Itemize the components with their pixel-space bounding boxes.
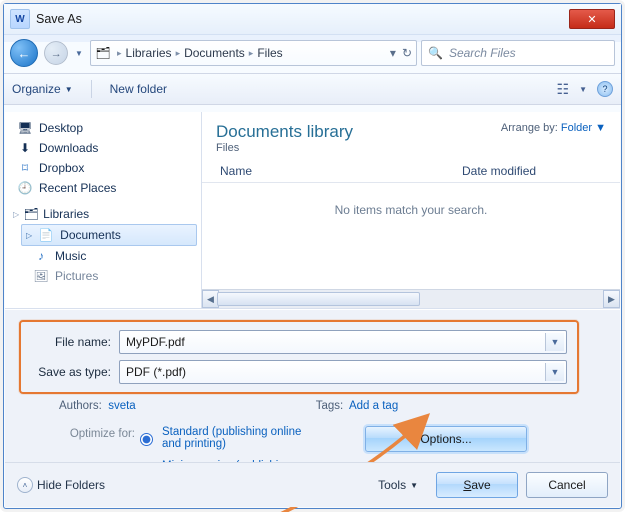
sidebar-item-desktop[interactable]: 🖥 Desktop	[13, 118, 197, 138]
scroll-thumb[interactable]	[217, 292, 420, 306]
address-dropdown-icon[interactable]: ▾	[390, 46, 396, 60]
tools-menu[interactable]: Tools▼	[378, 478, 418, 492]
sidebar-item-label: Pictures	[55, 269, 98, 283]
tags-value[interactable]: Add a tag	[349, 400, 398, 412]
desktop-icon: 🖥	[17, 120, 33, 136]
close-icon: ✕	[587, 13, 596, 26]
view-icon[interactable]: ☷	[557, 81, 570, 98]
arrow-right-icon: →	[50, 47, 61, 60]
save-as-type-select[interactable]: PDF (*.pdf) ▼	[119, 360, 567, 384]
highlighted-fields: File name: MyPDF.pdf ▼ Save as type: PDF…	[19, 320, 579, 394]
sidebar-item-pictures[interactable]: 🖼 Pictures	[29, 266, 197, 286]
file-name-input[interactable]: MyPDF.pdf ▼	[119, 330, 567, 354]
hide-folders-button[interactable]: ˄ Hide Folders	[17, 477, 105, 493]
cancel-button[interactable]: Cancel	[526, 472, 608, 498]
save-as-dialog: { "titlebar": { "title": "Save As", "app…	[3, 3, 622, 509]
sidebar-item-label: Desktop	[39, 121, 83, 135]
library-title: Documents library	[216, 122, 353, 142]
help-icon[interactable]: ?	[597, 81, 613, 97]
sidebar-item-label: Downloads	[39, 141, 98, 155]
horizontal-scrollbar[interactable]: ◀ ▶	[202, 289, 620, 308]
music-icon: ♪	[33, 248, 49, 264]
libraries-icon: 🗂	[23, 206, 39, 222]
refresh-icon[interactable]: ↻	[402, 46, 412, 60]
sidebar-item-label: Recent Places	[39, 181, 116, 195]
recent-icon: 🕘	[17, 180, 33, 196]
save-button[interactable]: Save	[436, 472, 518, 498]
app-icon: W	[10, 9, 30, 29]
sidebar-item-music[interactable]: ♪ Music	[29, 246, 197, 266]
empty-message: No items match your search.	[202, 183, 620, 289]
search-input[interactable]: 🔍 Search Files	[421, 40, 615, 66]
downloads-icon: ⬇	[17, 140, 33, 156]
column-name[interactable]: Name	[214, 164, 456, 178]
scroll-right-icon[interactable]: ▶	[603, 290, 620, 308]
documents-icon: 📄	[38, 227, 54, 243]
file-name-label: File name:	[31, 335, 111, 349]
form-area: File name: MyPDF.pdf ▼ Save as type: PDF…	[5, 309, 620, 507]
forward-button[interactable]: →	[44, 41, 68, 65]
sidebar: 🖥 Desktop ⬇ Downloads ⌑ Dropbox 🕘 Recent…	[5, 112, 202, 308]
dropbox-icon: ⌑	[17, 160, 33, 176]
libraries-icon: 🗂	[95, 45, 111, 61]
sidebar-item-recent[interactable]: 🕘 Recent Places	[13, 178, 197, 198]
options-button[interactable]: Options...	[365, 426, 527, 452]
sidebar-item-label: Music	[55, 249, 86, 263]
chevron-down-icon[interactable]: ▼	[545, 363, 564, 381]
search-icon: 🔍	[428, 46, 443, 60]
back-button[interactable]: ←	[10, 39, 38, 67]
chevron-down-icon[interactable]: ▼	[545, 333, 564, 351]
library-subtitle: Files	[216, 142, 353, 154]
breadcrumb[interactable]: ▸Libraries ▸Documents ▸Files	[117, 46, 283, 60]
dialog-bottom-bar: ˄ Hide Folders Tools▼ Save Cancel	[5, 462, 620, 507]
dialog-title: Save As	[36, 12, 82, 26]
toolbar: Organize▼ New folder ☷▼ ?	[4, 73, 621, 105]
history-dropdown[interactable]: ▼	[72, 46, 86, 60]
sidebar-item-label: Documents	[60, 228, 121, 242]
authors-label: Authors:	[59, 400, 102, 412]
sidebar-header-label: Libraries	[43, 207, 89, 221]
address-bar[interactable]: 🗂 ▸Libraries ▸Documents ▸Files ▾ ↻	[90, 40, 417, 66]
sidebar-item-downloads[interactable]: ⬇ Downloads	[13, 138, 197, 158]
sidebar-item-dropbox[interactable]: ⌑ Dropbox	[13, 158, 197, 178]
organize-button[interactable]: Organize▼	[12, 82, 73, 96]
arrow-left-icon: ←	[18, 46, 31, 61]
radio-standard[interactable]: Standard (publishing online and printing…	[135, 426, 365, 450]
save-as-type-label: Save as type:	[31, 365, 111, 379]
sidebar-item-label: Dropbox	[39, 161, 84, 175]
pictures-icon: 🖼	[33, 268, 49, 284]
authors-value[interactable]: sveta	[108, 400, 136, 412]
nav-bar: ← → ▼ 🗂 ▸Libraries ▸Documents ▸Files ▾ ↻…	[4, 35, 621, 73]
radio-standard-input[interactable]	[140, 429, 153, 450]
close-button[interactable]: ✕	[569, 9, 615, 29]
sidebar-libraries-header[interactable]: ▷ 🗂 Libraries	[13, 204, 197, 224]
new-folder-button[interactable]: New folder	[110, 82, 167, 96]
column-date-modified[interactable]: Date modified	[456, 164, 608, 178]
chevron-up-icon: ˄	[17, 477, 33, 493]
sidebar-item-documents[interactable]: ▷ 📄 Documents	[21, 224, 197, 246]
arrange-by[interactable]: Arrange by: Folder ▼	[501, 122, 606, 134]
column-headers[interactable]: Name Date modified	[202, 158, 620, 183]
titlebar: W Save As ✕	[4, 4, 621, 35]
tags-label: Tags:	[316, 400, 344, 412]
search-placeholder: Search Files	[449, 46, 516, 60]
content-area: Documents library Files Arrange by: Fold…	[202, 112, 620, 308]
